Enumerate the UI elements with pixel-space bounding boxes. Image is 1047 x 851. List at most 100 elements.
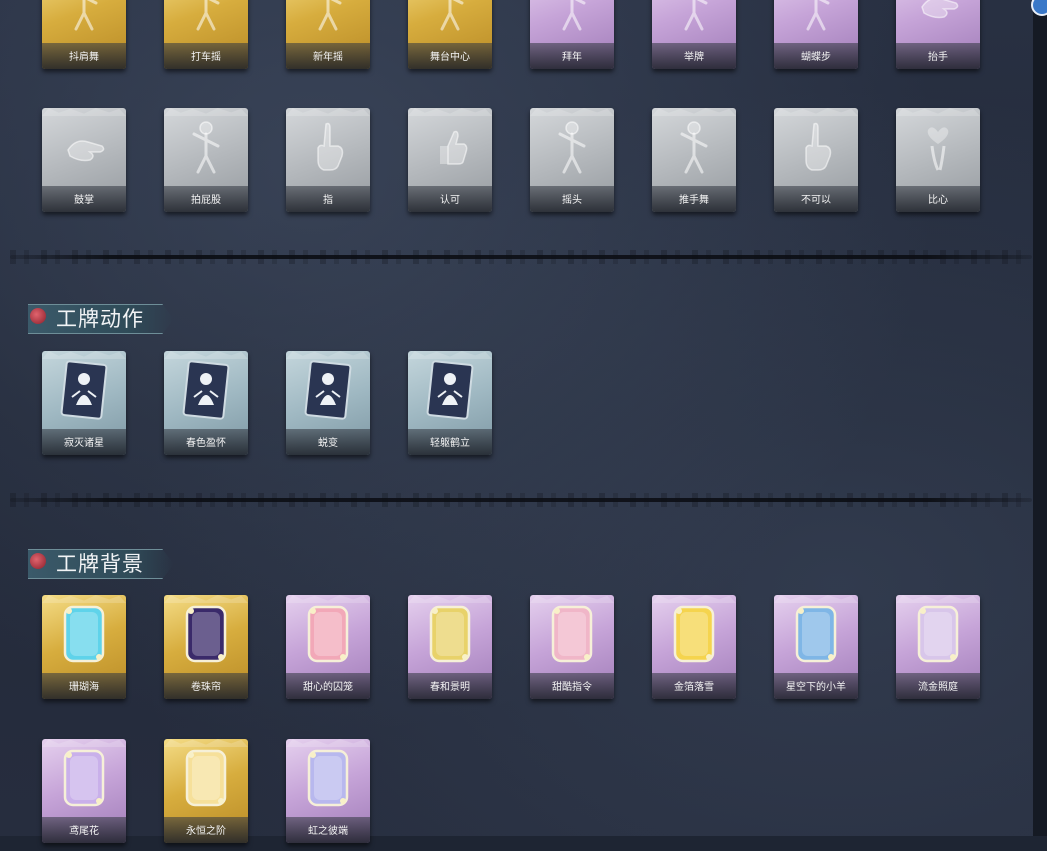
- item-label: 认可: [440, 195, 460, 206]
- item-card[interactable]: 虹之彼端: [286, 739, 370, 843]
- item-card[interactable]: 春色盈怀: [164, 351, 248, 455]
- collection-item[interactable]: 认可: [406, 105, 496, 220]
- item-card[interactable]: 蜕变: [286, 351, 370, 455]
- item-card[interactable]: 鸢尾花: [42, 739, 126, 843]
- item-label: 永恒之阶: [186, 826, 226, 837]
- collection-item[interactable]: 推手舞: [650, 105, 740, 220]
- item-card[interactable]: 甜心的囚笼: [286, 595, 370, 699]
- collection-item[interactable]: 指: [284, 105, 374, 220]
- dancer-icon: [178, 0, 234, 35]
- collection-item[interactable]: 永恒之阶: [162, 736, 252, 851]
- item-label: 蜕变: [318, 438, 338, 449]
- collection-item[interactable]: 流金照庭: [894, 592, 984, 707]
- item-card[interactable]: 蝴蝶步: [774, 0, 858, 69]
- item-card[interactable]: 星空下的小羊: [774, 595, 858, 699]
- figure-icon: [178, 116, 234, 178]
- item-card[interactable]: 轻躯鹤立: [408, 351, 492, 455]
- item-card[interactable]: 寂灭诸星: [42, 351, 126, 455]
- collection-item[interactable]: 珊瑚海: [40, 592, 130, 707]
- item-card[interactable]: 指: [286, 108, 370, 212]
- item-card[interactable]: 新年摇: [286, 0, 370, 69]
- item-card[interactable]: 流金照庭: [896, 595, 980, 699]
- card-frame-icon: [666, 603, 722, 665]
- collection-item[interactable]: 蝴蝶步: [772, 0, 862, 77]
- dancer-icon: [56, 0, 112, 35]
- dancer-icon: [300, 0, 356, 35]
- item-label: 比心: [928, 195, 948, 206]
- collection-item[interactable]: 举牌: [650, 0, 740, 77]
- item-label: 新年摇: [313, 52, 343, 63]
- item-label: 拍屁股: [191, 195, 221, 206]
- rose-icon: [30, 308, 46, 324]
- item-card[interactable]: 推手舞: [652, 108, 736, 212]
- collection-item[interactable]: 鸢尾花: [40, 736, 130, 851]
- card-frame-icon: [544, 603, 600, 665]
- collection-item[interactable]: 虹之彼端: [284, 736, 374, 851]
- figure-icon: [666, 116, 722, 178]
- collection-item[interactable]: 新年摇: [284, 0, 374, 77]
- collection-item[interactable]: 抖肩舞: [40, 0, 130, 77]
- collection-item[interactable]: 春色盈怀: [162, 348, 252, 463]
- item-label: 不可以: [801, 195, 831, 206]
- item-label: 珊瑚海: [69, 682, 99, 693]
- item-card[interactable]: 金箔落雪: [652, 595, 736, 699]
- item-label: 金箔落雪: [674, 682, 714, 693]
- item-card[interactable]: 鼓掌: [42, 108, 126, 212]
- scrollbar[interactable]: [1033, 0, 1047, 836]
- item-card[interactable]: 拍屁股: [164, 108, 248, 212]
- collection-item[interactable]: 鼓掌: [40, 105, 130, 220]
- item-label: 鸢尾花: [69, 826, 99, 837]
- section-title: 工牌背景: [56, 552, 144, 576]
- badge-figure-icon: [300, 359, 356, 421]
- card-frame-icon: [910, 603, 966, 665]
- item-label: 卷珠帘: [191, 682, 221, 693]
- collection-item[interactable]: 舞台中心: [406, 0, 496, 77]
- item-label: 春和景明: [430, 682, 470, 693]
- collection-item[interactable]: 甜心的囚笼: [284, 592, 374, 707]
- collection-item[interactable]: 甜酷指令: [528, 592, 618, 707]
- collection-item[interactable]: 星空下的小羊: [772, 592, 862, 707]
- item-label: 摇头: [562, 195, 582, 206]
- item-label: 抖肩舞: [69, 52, 99, 63]
- item-card[interactable]: 珊瑚海: [42, 595, 126, 699]
- item-card[interactable]: 抬手: [896, 0, 980, 69]
- card-frame-icon: [178, 747, 234, 809]
- item-card[interactable]: 比心: [896, 108, 980, 212]
- collection-item[interactable]: 轻躯鹤立: [406, 348, 496, 463]
- item-label: 星空下的小羊: [786, 682, 846, 693]
- item-card[interactable]: 举牌: [652, 0, 736, 69]
- item-label: 举牌: [684, 52, 704, 63]
- item-card[interactable]: 永恒之阶: [164, 739, 248, 843]
- collection-item[interactable]: 摇头: [528, 105, 618, 220]
- item-card[interactable]: 卷珠帘: [164, 595, 248, 699]
- item-label: 甜心的囚笼: [303, 682, 353, 693]
- collection-item[interactable]: 春和景明: [406, 592, 496, 707]
- collection-item[interactable]: 比心: [894, 105, 984, 220]
- item-card[interactable]: 舞台中心: [408, 0, 492, 69]
- item-label: 推手舞: [679, 195, 709, 206]
- collection-item[interactable]: 抬手: [894, 0, 984, 77]
- collection-item[interactable]: 蜕变: [284, 348, 374, 463]
- collection-item[interactable]: 打车摇: [162, 0, 252, 77]
- item-label: 打车摇: [191, 52, 221, 63]
- collection-item[interactable]: 金箔落雪: [650, 592, 740, 707]
- collection-item[interactable]: 不可以: [772, 105, 862, 220]
- item-card[interactable]: 拜年: [530, 0, 614, 69]
- point-icon: [300, 116, 356, 178]
- item-card[interactable]: 甜酷指令: [530, 595, 614, 699]
- item-card[interactable]: 打车摇: [164, 0, 248, 69]
- badge-figure-icon: [422, 359, 478, 421]
- section-header-badge-backgrounds: 工牌背景: [28, 549, 174, 579]
- item-card[interactable]: 认可: [408, 108, 492, 212]
- rose-icon: [30, 553, 46, 569]
- collection-item[interactable]: 寂灭诸星: [40, 348, 130, 463]
- card-frame-icon: [56, 747, 112, 809]
- item-label: 寂灭诸星: [64, 438, 104, 449]
- item-card[interactable]: 春和景明: [408, 595, 492, 699]
- item-card[interactable]: 抖肩舞: [42, 0, 126, 69]
- item-card[interactable]: 摇头: [530, 108, 614, 212]
- collection-item[interactable]: 拍屁股: [162, 105, 252, 220]
- item-card[interactable]: 不可以: [774, 108, 858, 212]
- collection-item[interactable]: 拜年: [528, 0, 618, 77]
- collection-item[interactable]: 卷珠帘: [162, 592, 252, 707]
